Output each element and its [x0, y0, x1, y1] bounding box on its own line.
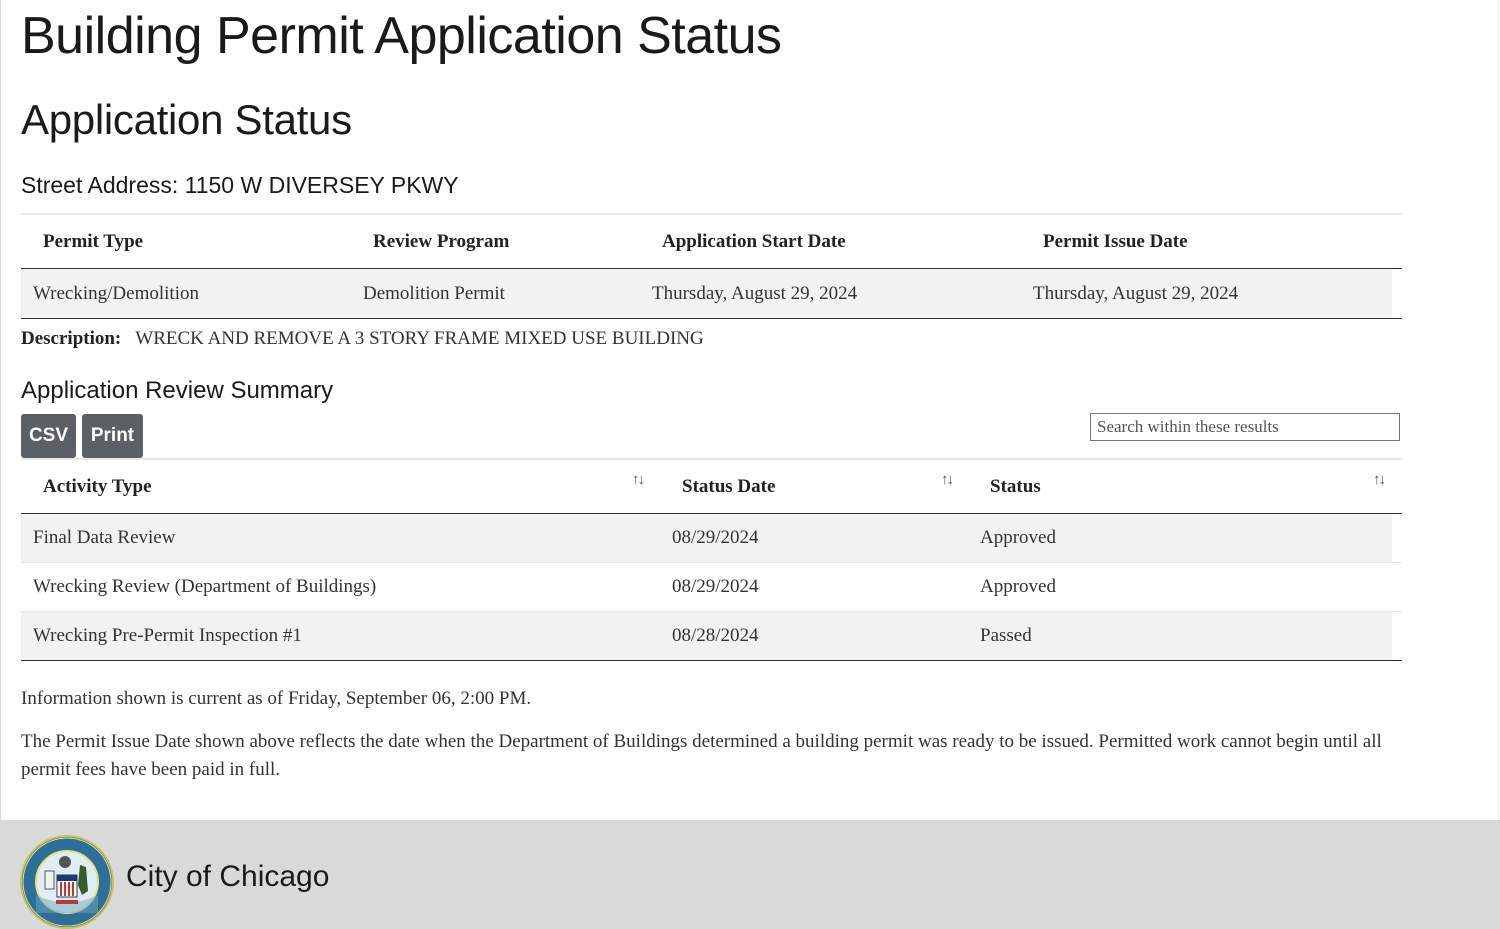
search-input[interactable]	[1090, 413, 1400, 441]
table-row: Wrecking Review (Department of Buildings…	[21, 562, 1402, 612]
permit-row: Wrecking/Demolition Demolition Permit Th…	[21, 268, 1402, 319]
footer: City of Chicago	[0, 820, 1500, 929]
description: Description: WRECK AND REMOVE A 3 STORY F…	[21, 328, 704, 350]
permit-issue-date: Thursday, August 29, 2024	[1033, 268, 1392, 319]
section-title: Application Status	[21, 96, 352, 143]
sort-icon[interactable]: ↑↓	[941, 472, 954, 489]
status-date: 08/28/2024	[672, 611, 980, 661]
permit-table-header: Permit Type Review Program Application S…	[21, 213, 1402, 269]
print-button[interactable]: Print	[82, 414, 143, 458]
description-label: Description:	[21, 328, 122, 349]
header-review-program: Review Program	[373, 213, 662, 269]
status: Passed	[980, 611, 1392, 661]
sort-icon[interactable]: ↑↓	[1373, 472, 1386, 489]
footer-city-name: City of Chicago	[126, 860, 330, 893]
street-address-value: 1150 W DIVERSEY PKWY	[184, 172, 459, 198]
review-program: Demolition Permit	[363, 268, 652, 319]
table-row: Final Data Review 08/29/2024 Approved	[21, 513, 1402, 563]
page-right-border	[1498, 0, 1499, 820]
activity-type: Wrecking Pre-Permit Inspection #1	[21, 611, 682, 661]
street-address: Street Address: 1150 W DIVERSEY PKWY	[21, 172, 459, 199]
csv-button[interactable]: CSV	[21, 414, 76, 458]
description-value: WRECK AND REMOVE A 3 STORY FRAME MIXED U…	[135, 328, 704, 349]
page-title: Building Permit Application Status	[21, 7, 782, 65]
status: Approved	[980, 562, 1392, 612]
header-status[interactable]: Status ↑↓	[990, 458, 1402, 514]
application-start-date: Thursday, August 29, 2024	[652, 268, 1033, 319]
current-as-of-note: Information shown is current as of Frida…	[21, 688, 532, 709]
page-left-border	[0, 0, 1, 820]
header-application-start-date: Application Start Date	[662, 213, 1043, 269]
header-permit-issue-date: Permit Issue Date	[1043, 213, 1402, 269]
status: Approved	[980, 513, 1392, 563]
activity-type: Final Data Review	[21, 513, 682, 563]
city-of-chicago-seal-icon[interactable]	[20, 835, 114, 929]
review-table: Activity Type ↑↓ Status Date ↑↓ Status ↑…	[21, 458, 1402, 661]
status-date: 08/29/2024	[672, 513, 980, 563]
header-status-label: Status	[990, 475, 1041, 497]
header-permit-type: Permit Type	[21, 213, 373, 269]
header-status-date[interactable]: Status Date ↑↓	[682, 458, 990, 514]
review-summary-title: Application Review Summary	[21, 377, 334, 404]
header-status-date-label: Status Date	[682, 475, 776, 497]
permit-issue-disclaimer: The Permit Issue Date shown above reflec…	[21, 731, 1382, 780]
table-row: Wrecking Pre-Permit Inspection #1 08/28/…	[21, 611, 1402, 661]
permit-table: Permit Type Review Program Application S…	[21, 213, 1402, 319]
activity-type: Wrecking Review (Department of Buildings…	[21, 562, 682, 612]
status-date: 08/29/2024	[672, 562, 980, 612]
review-table-header: Activity Type ↑↓ Status Date ↑↓ Status ↑…	[21, 458, 1402, 514]
header-activity-type-label: Activity Type	[43, 475, 152, 497]
sort-icon[interactable]: ↑↓	[632, 472, 645, 489]
permit-type: Wrecking/Demolition	[21, 268, 373, 319]
street-address-label: Street Address:	[21, 172, 179, 198]
header-activity-type[interactable]: Activity Type ↑↓	[21, 458, 682, 514]
